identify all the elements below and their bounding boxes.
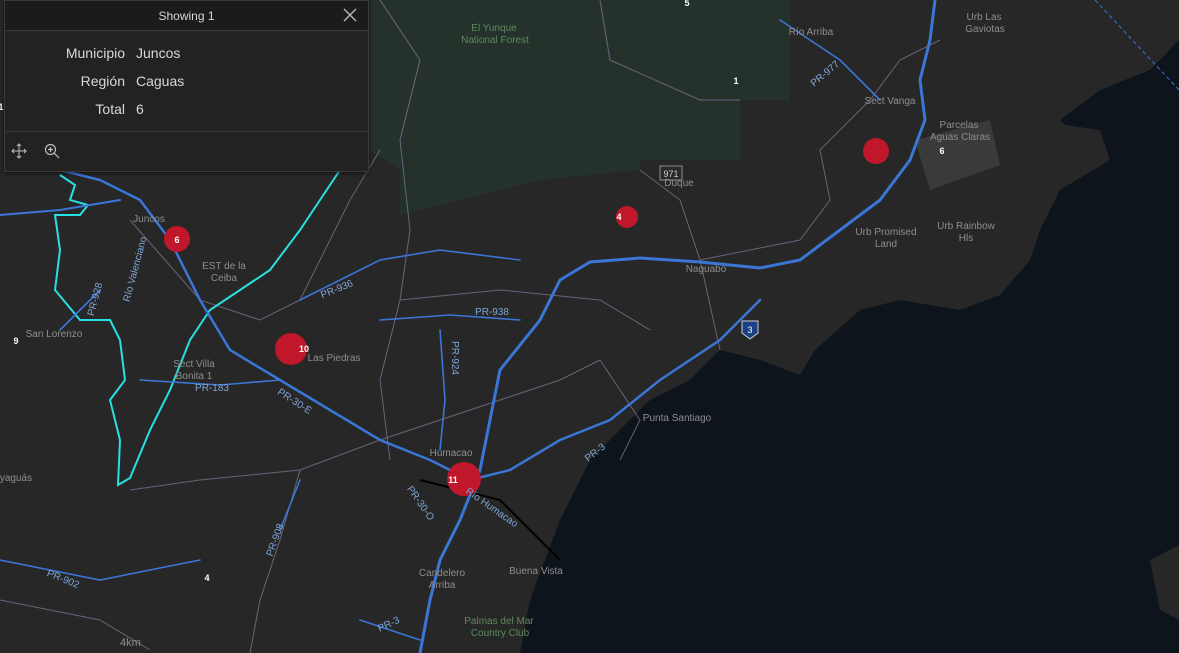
road-label: PR-938 [475,307,509,318]
popup-header: Showing 1 [5,1,368,31]
zoom-in-icon[interactable] [43,142,61,160]
place-label: Land [875,239,897,250]
place-label: Palmas del Mar [464,616,534,627]
road-label: PR-183 [195,383,229,394]
field-value: Caguas [136,73,185,89]
place-label: Arriba [429,580,456,591]
place-label: Gaviotas [965,24,1004,35]
svg-text:3: 3 [747,325,752,335]
place-label: Bonita 1 [176,371,213,382]
cluster-marker[interactable] [863,138,889,164]
place-label: Aguas Claras [930,132,990,143]
count-label: 1 [0,102,4,112]
count-label: 9 [13,336,18,346]
place-label: Humacao [430,448,473,459]
cluster-marker-label: 4 [616,212,621,222]
count-label: 5 [684,0,689,8]
field-label: Región [80,73,125,89]
popup-field-municipio: Municipio Juncos [5,45,368,65]
scale-bar-label: 4km [120,637,141,649]
count-label: 6 [939,146,944,156]
place-label: National Forest [461,35,529,46]
info-popup: Showing 1 Municipio Juncos Región Caguas… [4,0,369,172]
popup-field-total: Total 6 [5,101,368,121]
close-icon[interactable] [342,7,358,23]
place-label: Sect Vanga [865,96,916,107]
place-label: Río Arriba [789,27,834,38]
place-label: Urb Rainbow [937,221,996,232]
place-label: Las Piedras [308,353,361,364]
cluster-marker-label: 6 [174,235,179,245]
field-label: Municipio [65,45,125,61]
field-label: Total [95,101,125,117]
place-label: Buena Vista [509,566,563,577]
place-label: Urb Las [966,12,1001,23]
count-label: 4 [204,573,209,583]
place-label: Ceiba [211,273,238,284]
place-label: Hls [959,233,973,244]
place-label: Urb Promised [855,227,916,238]
place-label: Juncos [133,214,165,225]
pan-icon[interactable] [10,142,28,160]
place-label: Sect Villa [173,359,215,370]
place-label: San Lorenzo [26,329,83,340]
popup-field-region: Región Caguas [5,73,368,93]
count-label: 1 [733,76,738,86]
road-label: PR-924 [449,341,460,375]
cluster-marker-label: 11 [448,475,458,485]
field-value: Juncos [136,45,181,61]
place-label: Naguabo [686,264,727,275]
place-label: EST de la [202,261,246,272]
field-value: 6 [136,101,144,117]
place-label: El Yunque [471,23,517,34]
place-label: Punta Santiago [643,413,712,424]
place-label: yaguás [0,473,32,484]
place-label: Country Club [471,628,530,639]
place-label: Parcelas [940,120,979,131]
popup-footer [5,131,368,171]
place-label: Candelero [419,568,466,579]
popup-title: Showing 1 [158,9,215,23]
place-label: Duque [664,178,694,189]
island [1150,545,1179,620]
popup-body: Municipio Juncos Región Caguas Total 6 [5,31,368,131]
